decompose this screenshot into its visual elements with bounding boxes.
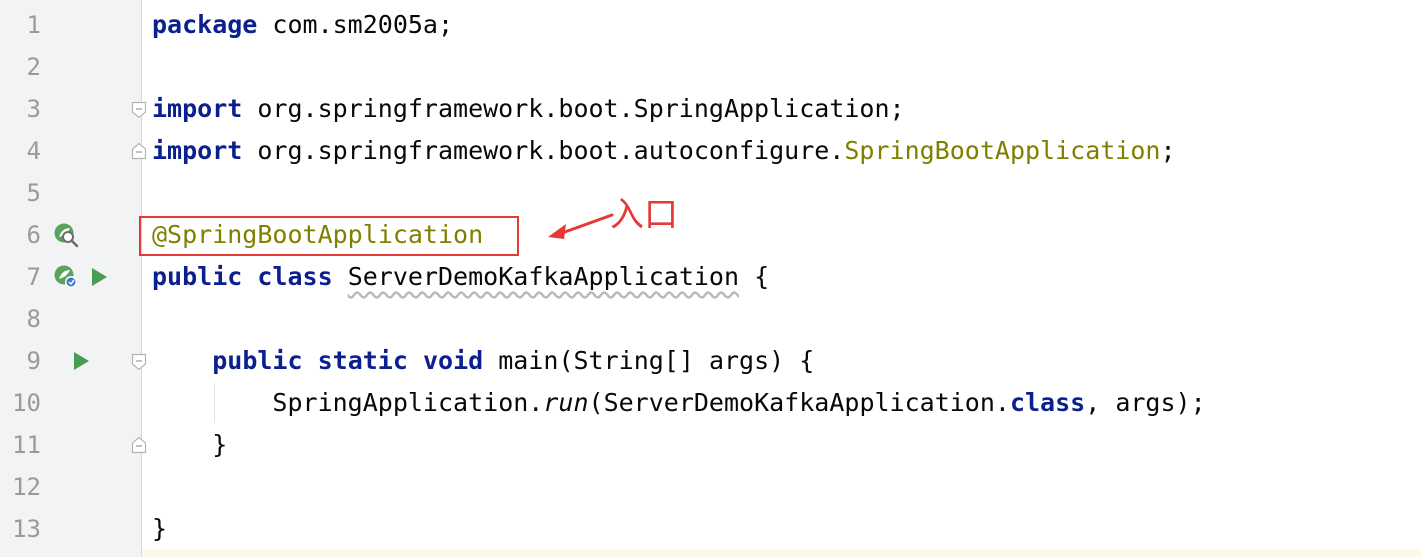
line-number: 7	[26, 263, 41, 291]
code-text: }	[152, 514, 168, 543]
line-number: 12	[12, 473, 41, 501]
code-line-13[interactable]: }	[152, 508, 167, 550]
code-text: main(String[] args) {	[483, 346, 815, 375]
run-arrow-icon[interactable]	[88, 264, 114, 290]
keyword: class	[1009, 388, 1086, 417]
keyword: class	[257, 262, 333, 291]
line-number: 9	[26, 347, 41, 375]
callout-arrow-icon	[548, 213, 614, 239]
class-name: ServerDemoKafkaApplication	[347, 262, 740, 291]
keyword: static	[317, 346, 408, 375]
run-arrow-icon[interactable]	[70, 348, 96, 374]
editor-gutter: 1 2 3 4 5 6 7 8 9 10 11 12 13	[0, 0, 142, 557]
callout-label: 入口	[610, 195, 678, 235]
code-text: }	[212, 430, 228, 459]
code-text: com.sm2005a;	[257, 10, 454, 39]
code-line-9[interactable]: public static void main(String[] args) {	[152, 340, 814, 382]
code-text: org.springframework.boot.autoconfigure.	[242, 136, 845, 165]
spring-bean-icon[interactable]	[53, 264, 79, 290]
indent-guide	[214, 383, 215, 423]
fold-end-icon[interactable]	[131, 142, 147, 160]
code-line-11[interactable]: }	[152, 424, 227, 466]
code-text: (ServerDemoKafkaApplication.	[588, 388, 1010, 417]
keyword: void	[422, 346, 484, 375]
code-text: org.springframework.boot.SpringApplicati…	[242, 94, 905, 123]
fold-start-icon[interactable]	[131, 101, 147, 119]
code-text: , args);	[1085, 388, 1206, 417]
code-line-7[interactable]: public class ServerDemoKafkaApplication …	[152, 256, 769, 298]
keyword: public	[212, 346, 303, 375]
line-number: 2	[26, 53, 41, 81]
keyword: public	[152, 262, 243, 291]
spring-bean-search-icon[interactable]	[53, 222, 79, 248]
fold-start-icon[interactable]	[131, 353, 147, 371]
highlight-box	[139, 216, 519, 256]
code-line-4[interactable]: import org.springframework.boot.autoconf…	[152, 130, 1176, 172]
line-number: 6	[26, 221, 41, 249]
line-number: 5	[26, 179, 41, 207]
line-number: 4	[26, 137, 41, 165]
code-line-3[interactable]: import org.springframework.boot.SpringAp…	[152, 88, 905, 130]
code-line-10[interactable]: SpringApplication.run(ServerDemoKafkaApp…	[152, 382, 1206, 424]
code-text: SpringApplication.	[272, 388, 544, 417]
annotation-type: SpringBootApplication	[844, 136, 1161, 165]
code-editor[interactable]: 1 2 3 4 5 6 7 8 9 10 11 12 13 package co…	[0, 0, 1421, 557]
keyword: import	[152, 94, 243, 123]
method-call: run	[543, 388, 589, 417]
code-text: ;	[1160, 136, 1176, 165]
code-text: {	[739, 262, 770, 291]
line-number: 3	[26, 95, 41, 123]
caret-row-highlight	[142, 549, 1421, 557]
code-line-1[interactable]: package com.sm2005a;	[152, 4, 453, 46]
keyword: import	[152, 136, 243, 165]
keyword: package	[152, 10, 258, 39]
line-number: 8	[26, 305, 41, 333]
line-number: 13	[12, 515, 41, 543]
fold-end-icon[interactable]	[131, 436, 147, 454]
line-number: 1	[26, 11, 41, 39]
line-number: 10	[12, 389, 41, 417]
line-number: 11	[12, 431, 41, 459]
